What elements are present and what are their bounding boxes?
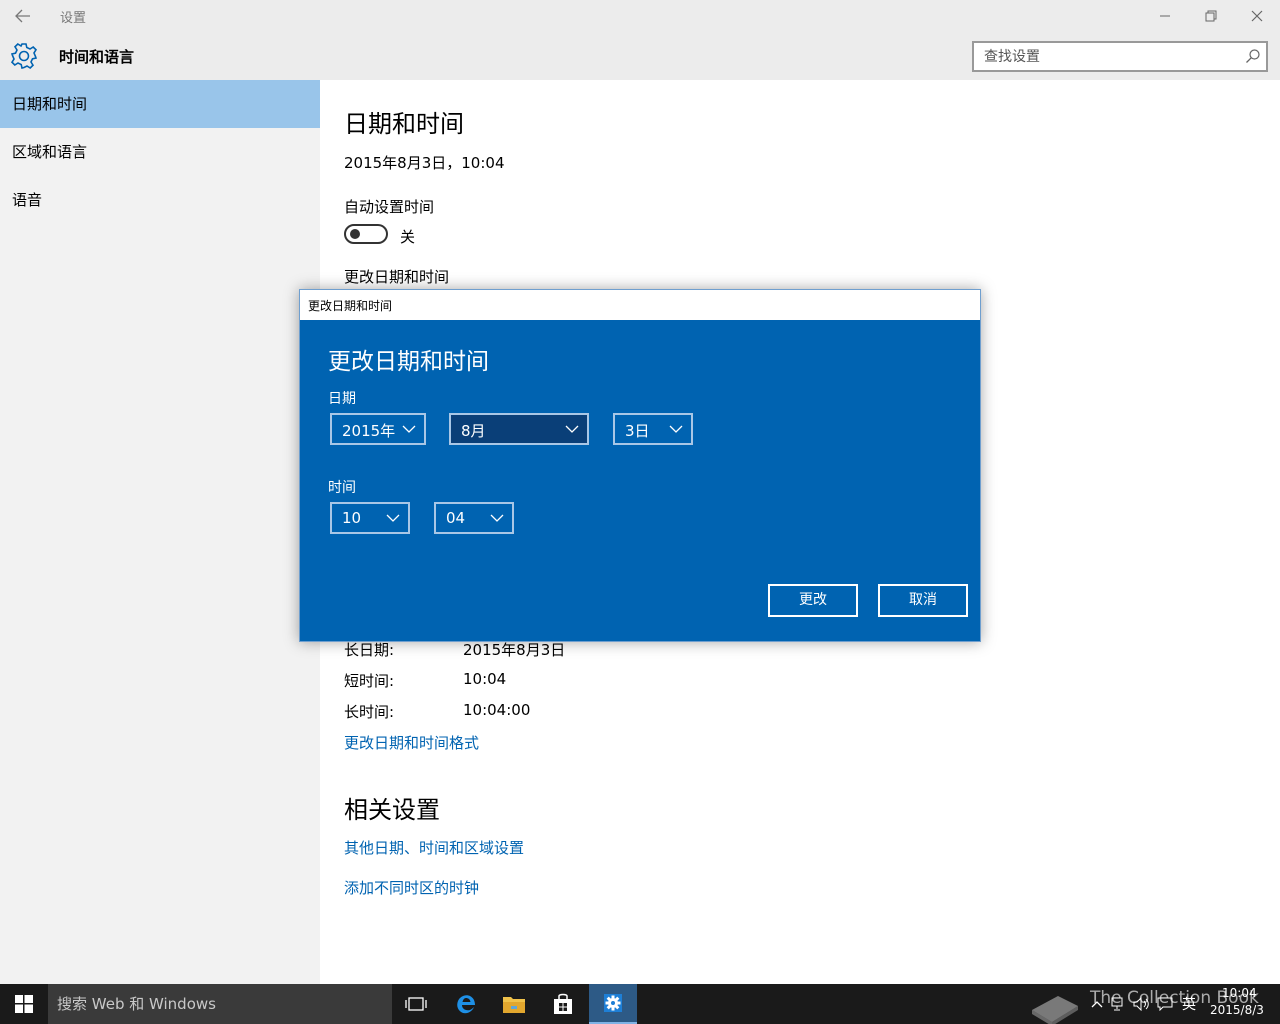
month-select[interactable]: 8月 [449,413,589,445]
gear-icon [10,42,38,70]
auto-time-state: 关 [400,228,416,246]
change-format-link[interactable]: 更改日期和时间格式 [344,732,479,753]
toggle-knob [350,229,360,239]
hour-value: 10 [342,509,362,527]
restore-button[interactable] [1188,0,1234,32]
gear-icon [604,994,622,1012]
taskbar-search-input[interactable] [48,984,392,1024]
store-button[interactable] [539,984,587,1024]
task-view-icon [405,997,427,1011]
file-explorer-button[interactable] [490,984,538,1024]
year-value: 2015年 [342,422,396,440]
cancel-button[interactable]: 取消 [878,584,968,617]
page-category-title: 时间和语言 [59,48,135,66]
settings-header: 时间和语言 [0,32,1280,80]
chevron-down-icon [669,425,683,433]
taskbar-search[interactable] [48,984,392,1024]
add-clocks-link[interactable]: 添加不同时区的时钟 [344,877,479,898]
sidebar-item-label: 语音 [12,191,43,209]
long-time-value: 10:04:00 [463,701,531,719]
chevron-up-icon [1091,1001,1103,1008]
show-hidden-icons-button[interactable] [1086,994,1108,1014]
sidebar-item-label: 日期和时间 [12,95,88,113]
sidebar-item-region-language[interactable]: 区域和语言 [0,128,320,176]
settings-taskbar-button[interactable] [589,984,637,1024]
back-button[interactable] [8,4,38,28]
store-bag-icon [554,993,572,1014]
window-title: 设置 [60,11,87,26]
day-select[interactable]: 3日 [613,413,693,445]
dialog-title-bar: 更改日期和时间 [300,290,980,320]
windows-logo-icon [15,995,33,1013]
change-datetime-dialog: 更改日期和时间 更改日期和时间 日期 2015年 8月 3日 时间 10 04 … [299,289,981,642]
chevron-down-icon [565,425,579,433]
back-arrow-icon [15,9,30,23]
long-time-label: 长时间: [344,703,395,721]
auto-time-label: 自动设置时间 [344,198,435,216]
close-icon [1251,10,1263,22]
minute-select[interactable]: 04 [434,502,514,534]
search-icon[interactable] [1245,48,1261,64]
title-bar: 设置 [0,0,1280,32]
month-value: 8月 [461,422,486,440]
sidebar-item-date-time[interactable]: 日期和时间 [0,80,320,128]
close-button[interactable] [1234,0,1280,32]
change-datetime-label: 更改日期和时间 [344,268,450,286]
ime-indicator[interactable]: 英 [1182,994,1196,1014]
change-button[interactable]: 更改 [768,584,858,617]
auto-time-toggle[interactable] [344,224,388,244]
dialog-heading: 更改日期和时间 [328,349,489,375]
taskbar: The Collection Book 英 10:04 2015/8/3 [0,984,1280,1024]
network-button[interactable] [1108,994,1130,1014]
dialog-window-title: 更改日期和时间 [308,299,393,313]
hour-select[interactable]: 10 [330,502,410,534]
task-view-button[interactable] [392,984,440,1024]
folder-icon [503,997,525,1013]
sidebar-item-speech[interactable]: 语音 [0,176,320,224]
page-title: 日期和时间 [344,110,464,138]
chevron-down-icon [402,425,416,433]
date-label: 日期 [328,391,356,407]
network-icon [1111,997,1123,1011]
edge-button[interactable] [442,984,490,1024]
chevron-down-icon [490,514,504,522]
search-box[interactable] [972,41,1268,72]
other-region-settings-link[interactable]: 其他日期、时间和区域设置 [344,837,524,858]
day-value: 3日 [625,422,650,440]
sidebar-item-label: 区域和语言 [12,143,88,161]
year-select[interactable]: 2015年 [330,413,426,445]
sidebar: 日期和时间 区域和语言 语音 [0,80,320,984]
volume-icon [1133,997,1149,1011]
restore-icon [1205,10,1217,22]
volume-button[interactable] [1131,994,1153,1014]
clock-time[interactable]: 10:04 [1222,986,1257,1000]
time-label: 时间 [328,480,356,496]
chevron-down-icon [386,514,400,522]
edge-browser-icon [457,995,475,1014]
long-date-label: 长日期: [344,641,395,659]
start-button[interactable] [0,984,48,1024]
message-icon [1157,997,1173,1011]
short-time-value: 10:04 [463,670,507,688]
minimize-icon [1160,15,1170,17]
short-time-label: 短时间: [344,672,395,690]
book-logo-icon [1032,996,1078,1024]
related-settings-heading: 相关设置 [344,796,440,824]
minute-value: 04 [446,509,466,527]
search-input[interactable] [974,43,1244,70]
long-date-value: 2015年8月3日 [463,641,566,659]
minimize-button[interactable] [1142,0,1188,32]
clock-date[interactable]: 2015/8/3 [1210,1003,1264,1017]
current-datetime: 2015年8月3日，10:04 [344,154,505,172]
notifications-button[interactable] [1154,994,1176,1014]
